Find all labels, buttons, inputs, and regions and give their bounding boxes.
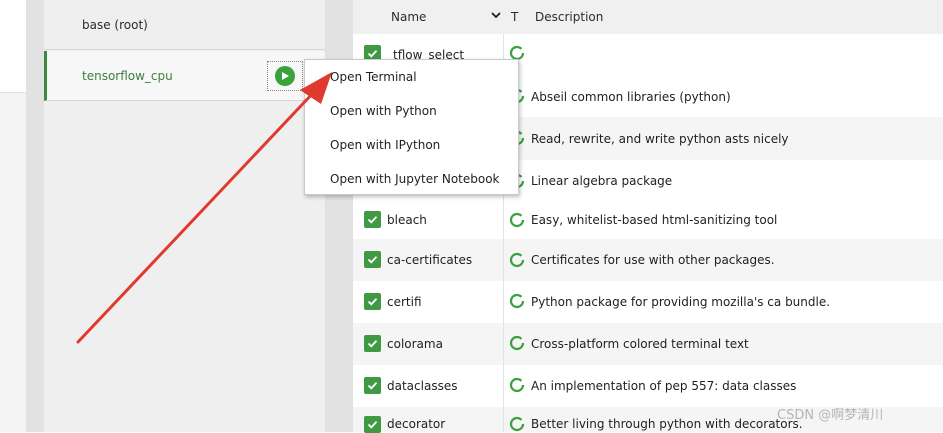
package-name: certifi — [387, 295, 422, 309]
environment-item-tensorflow-cpu[interactable]: tensorflow_cpu — [44, 51, 325, 101]
environment-name: base (root) — [82, 17, 148, 32]
package-description: Cross-platform colored terminal text — [531, 337, 749, 351]
table-row[interactable]: bleach Easy, whitelist-based html-saniti… — [353, 201, 943, 239]
checkbox-checked-icon[interactable] — [364, 377, 381, 394]
package-description: Python package for providing mozilla's c… — [531, 295, 831, 309]
environment-name: tensorflow_cpu — [82, 68, 173, 83]
package-name: dataclasses — [387, 379, 458, 393]
package-description: Linear algebra package — [531, 174, 673, 188]
column-divider — [503, 239, 504, 281]
column-divider — [503, 407, 504, 432]
checkbox-checked-icon[interactable] — [364, 251, 381, 268]
menu-item-open-with-ipython[interactable]: Open with IPython — [305, 128, 518, 162]
table-header: Name T Description — [353, 0, 943, 34]
column-divider — [503, 201, 504, 239]
table-row[interactable]: certifi Python package for providing moz… — [353, 281, 943, 323]
environments-panel: base (root) tensorflow_cpu — [44, 0, 325, 432]
column-header-name[interactable]: Name — [391, 10, 426, 24]
table-row[interactable]: ca-certificates Certificates for use wit… — [353, 239, 943, 281]
column-divider — [503, 365, 504, 407]
left-navigation-strip — [0, 0, 26, 432]
panel-gutter — [26, 0, 44, 432]
table-row[interactable]: colorama Cross-platform colored terminal… — [353, 323, 943, 365]
column-divider — [503, 281, 504, 323]
package-description: Easy, whitelist-based html-sanitizing to… — [531, 213, 778, 227]
menu-item-open-with-jupyter-notebook[interactable]: Open with Jupyter Notebook — [305, 162, 518, 196]
package-description: Abseil common libraries (python) — [531, 90, 731, 104]
column-header-description[interactable]: Description — [535, 10, 603, 24]
menu-item-open-with-python[interactable]: Open with Python — [305, 94, 518, 128]
checkbox-checked-icon[interactable] — [364, 416, 381, 433]
column-divider — [503, 323, 504, 365]
package-name: ca-certificates — [387, 253, 473, 267]
status-ring-icon — [509, 293, 525, 309]
table-row[interactable]: dataclasses An implementation of pep 557… — [353, 365, 943, 407]
package-name: bleach — [387, 213, 427, 227]
package-description: Read, rewrite, and write python asts nic… — [531, 132, 789, 146]
play-icon[interactable] — [275, 66, 295, 86]
column-header-type[interactable]: T — [511, 10, 518, 24]
environment-item-base[interactable]: base (root) — [44, 0, 325, 50]
status-ring-icon — [509, 212, 525, 228]
watermark: CSDN @啊梦清川 — [777, 408, 884, 423]
status-ring-icon — [509, 377, 525, 393]
package-description: Better living through python with decora… — [531, 417, 803, 431]
status-ring-icon — [509, 416, 525, 432]
checkbox-checked-icon[interactable] — [364, 335, 381, 352]
package-name: colorama — [387, 337, 443, 351]
menu-item-open-terminal[interactable]: Open Terminal — [305, 60, 518, 94]
package-description: An implementation of pep 557: data class… — [531, 379, 797, 393]
checkbox-checked-icon[interactable] — [364, 293, 381, 310]
status-ring-icon — [509, 335, 525, 351]
checkbox-checked-icon[interactable] — [364, 211, 381, 228]
package-description: Certificates for use with other packages… — [531, 253, 775, 267]
status-ring-icon — [509, 252, 525, 268]
left-strip-band — [0, 0, 26, 93]
chevron-down-icon[interactable] — [490, 9, 502, 21]
package-name: decorator — [387, 417, 446, 431]
environment-context-menu: Open Terminal Open with Python Open with… — [304, 59, 519, 195]
environment-run-button[interactable] — [267, 61, 303, 91]
